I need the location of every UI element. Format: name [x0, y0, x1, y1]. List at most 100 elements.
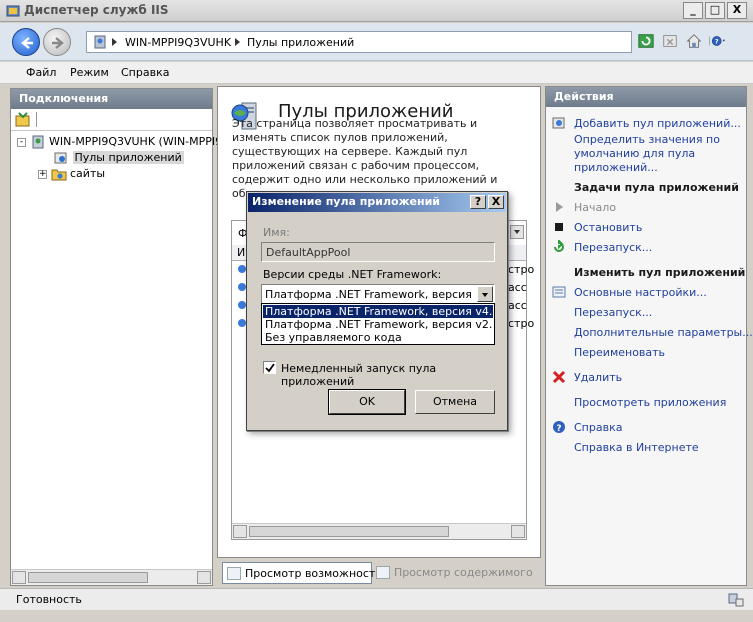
stop-navigation-icon[interactable]	[660, 31, 680, 51]
status-bar: Готовность	[0, 588, 753, 610]
content-view-icon	[376, 566, 390, 579]
checkmark-icon	[265, 363, 275, 373]
tree-node-sites-label: сайты	[70, 167, 106, 180]
page-description: Эта страница позволяет просматривать и и…	[232, 117, 498, 200]
grid-col-button[interactable]	[510, 225, 524, 239]
refresh-icon[interactable]	[636, 31, 656, 51]
server-icon	[94, 35, 106, 49]
chevron-right-icon	[235, 38, 240, 46]
menu-view[interactable]: Режим	[70, 66, 109, 79]
name-field: DefaultAppPool	[261, 242, 495, 262]
action-start[interactable]: Начало	[574, 201, 616, 215]
actions-pane: Действия Добавить пул приложений... Опре…	[545, 86, 753, 586]
action-online-help[interactable]: Справка в Интернете	[574, 441, 699, 455]
help-icon: ?	[553, 421, 565, 434]
tab-content-view[interactable]: Просмотр содержимого	[372, 562, 533, 584]
action-help[interactable]: Справка	[574, 421, 622, 435]
framework-options-list[interactable]: Платформа .NET Framework, версия v4.0.30…	[261, 303, 495, 345]
ok-button[interactable]: OK	[328, 389, 406, 415]
network-status-icon	[728, 593, 744, 607]
chevron-right-icon	[112, 38, 117, 46]
chevron-down-icon	[514, 230, 520, 234]
action-stop[interactable]: Остановить	[574, 221, 642, 235]
arrow-right-icon	[52, 37, 64, 49]
title-bar: Диспетчер служб IIS _ □ X	[0, 0, 753, 22]
tree-node-server[interactable]: - WIN-MPPI9Q3VUHK (WIN-MPPI9	[17, 135, 222, 149]
connections-header: Подключения	[11, 89, 212, 109]
action-basic-settings[interactable]: Основные настройки...	[574, 286, 707, 300]
framework-select[interactable]: Платформа .NET Framework, версия v4.0.30…	[261, 284, 495, 304]
framework-selected-value: Платформа .NET Framework, версия v4.0.30…	[265, 288, 475, 301]
tree-node-server-label: WIN-MPPI9Q3VUHK (WIN-MPPI9	[49, 135, 223, 148]
scroll-thumb[interactable]	[28, 572, 148, 583]
delete-icon	[552, 370, 566, 384]
svg-text:?: ?	[715, 38, 719, 46]
tab-features-view[interactable]: Просмотр возможностей	[222, 562, 389, 584]
forward-button[interactable]	[43, 28, 71, 56]
scroll-right-button[interactable]	[511, 525, 525, 538]
cancel-button[interactable]: Отмена	[415, 390, 495, 414]
framework-option[interactable]: Без управляемого кода	[263, 331, 493, 344]
framework-option[interactable]: Платформа .NET Framework, версия v2.0.50…	[263, 318, 493, 331]
section-edit-pool: Изменить пул приложений	[574, 266, 746, 279]
autostart-checkbox[interactable]	[263, 361, 276, 374]
close-button[interactable]: X	[727, 2, 747, 19]
arrow-left-icon	[21, 37, 33, 49]
scroll-left-button[interactable]	[12, 571, 26, 584]
svg-text:?: ?	[556, 424, 561, 434]
collapse-icon[interactable]: -	[17, 137, 26, 147]
tree-node-app-pools[interactable]: Пулы приложений	[53, 151, 184, 165]
minimize-button[interactable]: _	[683, 2, 703, 19]
stop-icon	[555, 223, 563, 231]
action-recycling[interactable]: Перезапуск...	[574, 306, 652, 320]
scroll-thumb[interactable]	[249, 526, 449, 537]
action-add-pool[interactable]: Добавить пул приложений...	[574, 117, 741, 131]
expand-icon[interactable]: +	[38, 169, 47, 179]
home-icon[interactable]	[684, 31, 704, 51]
breadcrumb-server[interactable]: WIN-MPPI9Q3VUHK	[125, 36, 231, 49]
menu-file[interactable]: Файл	[26, 66, 56, 79]
maximize-button[interactable]: □	[705, 2, 725, 19]
tab-features-view-label: Просмотр возможностей	[245, 567, 390, 580]
tab-content-view-label: Просмотр содержимого	[394, 566, 533, 579]
server-icon	[32, 135, 43, 149]
settings-icon	[552, 286, 566, 298]
action-set-defaults[interactable]: Определить значения по умолчанию для пул…	[574, 133, 724, 175]
grid-row-fragment: асс	[508, 281, 527, 294]
tree-node-app-pools-label: Пулы приложений	[72, 151, 184, 164]
address-bar: WIN-MPPI9Q3VUHK Пулы приложений ?	[0, 23, 753, 61]
framework-label: Версии среды .NET Framework:	[263, 268, 442, 281]
address-box[interactable]: WIN-MPPI9Q3VUHK Пулы приложений	[86, 31, 632, 53]
scroll-right-button[interactable]	[197, 571, 211, 584]
grid-row-fragment: стро	[508, 263, 535, 276]
grid-hscroll[interactable]	[232, 523, 526, 539]
tree-node-sites[interactable]: + сайты	[38, 167, 105, 181]
connections-hscroll[interactable]	[11, 569, 212, 585]
add-pool-icon	[552, 117, 565, 129]
grid-row-fragment: асс	[508, 299, 527, 312]
breadcrumb-app-pools[interactable]: Пулы приложений	[247, 36, 354, 49]
action-advanced-settings[interactable]: Дополнительные параметры...	[574, 326, 753, 340]
dialog-title: Изменение пула приложений	[252, 195, 441, 208]
dialog-help-button[interactable]: ?	[470, 195, 486, 209]
connections-pane: Подключения - WIN-MPPI9Q3VUHK (WIN-MPPI9	[10, 88, 222, 586]
dialog-close-button[interactable]: X	[488, 195, 504, 209]
autostart-label[interactable]: Немедленный запуск пула приложений	[281, 362, 507, 388]
section-pool-tasks: Задачи пула приложений	[574, 181, 739, 194]
connections-toolbar	[11, 109, 212, 131]
menu-bar: Файл Режим Справка	[0, 62, 753, 84]
action-rename[interactable]: Переименовать	[574, 346, 665, 360]
dropdown-arrow-icon[interactable]	[477, 286, 493, 302]
window-title: Диспетчер служб IIS	[24, 3, 169, 17]
back-button[interactable]	[12, 28, 40, 56]
scroll-left-button[interactable]	[233, 525, 247, 538]
action-view-applications[interactable]: Просмотреть приложения	[574, 396, 726, 410]
name-label: Имя:	[263, 226, 290, 239]
toolbar-separator	[36, 112, 37, 127]
help-dropdown-icon[interactable]: ?	[708, 31, 728, 51]
framework-option[interactable]: Платформа .NET Framework, версия v4.0.30…	[263, 305, 493, 318]
menu-help[interactable]: Справка	[121, 66, 169, 79]
action-recycle[interactable]: Перезапуск...	[574, 241, 652, 255]
action-remove[interactable]: Удалить	[574, 371, 622, 385]
connect-icon[interactable]	[15, 112, 31, 128]
